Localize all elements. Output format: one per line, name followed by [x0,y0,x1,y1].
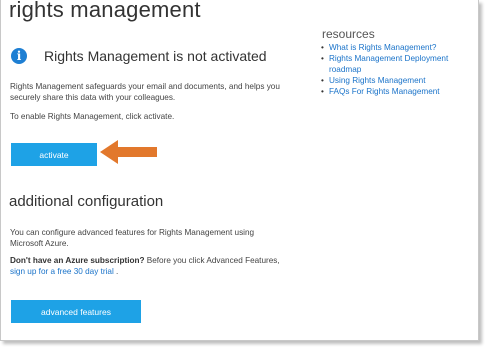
subscription-text: Before you click Advanced Features, [144,256,280,265]
resources-title: resources [322,27,375,41]
free-trial-link[interactable]: sign up for a free 30 day trial [10,267,114,276]
arrow-left-icon [100,140,157,164]
additional-configuration-title: additional configuration [9,193,164,210]
notice-description: Rights Management safeguards your email … [10,82,280,102]
activate-button[interactable]: activate [11,143,97,166]
page-title: rights management [9,0,201,22]
resource-link-using[interactable]: Using Rights Management [329,76,425,85]
resource-item: • Using Rights Management [321,76,426,85]
subscription-bold: Don't have an Azure subscription? [10,256,145,265]
resource-link-deployment-roadmap[interactable]: Rights Management Deployment roadmap [329,54,448,74]
subscription-suffix: . [113,267,119,276]
resource-item: • Rights Management Deployment roadmap [321,54,449,74]
additional-description: You can configure advanced features for … [10,228,255,248]
page-frame: rights management i Rights Management is… [0,0,479,341]
notice-instruction: To enable Rights Management, click activ… [10,112,175,121]
resources-list: • What is Rights Management? • Rights Mana… [321,42,478,97]
advanced-features-button[interactable]: advanced features [11,300,141,323]
resource-link-what-is[interactable]: What is Rights Management? [329,43,436,52]
notice-header: i Rights Management is not activated [11,45,267,67]
subscription-note: Don't have an Azure subscription? Before… [10,255,280,277]
resource-item: • What is Rights Management? [321,43,437,52]
resource-link-faqs[interactable]: FAQs For Rights Management [329,87,440,96]
resource-item: • FAQs For Rights Management [321,87,440,96]
notice-title: Rights Management is not activated [44,48,267,64]
info-icon: i [11,48,27,64]
